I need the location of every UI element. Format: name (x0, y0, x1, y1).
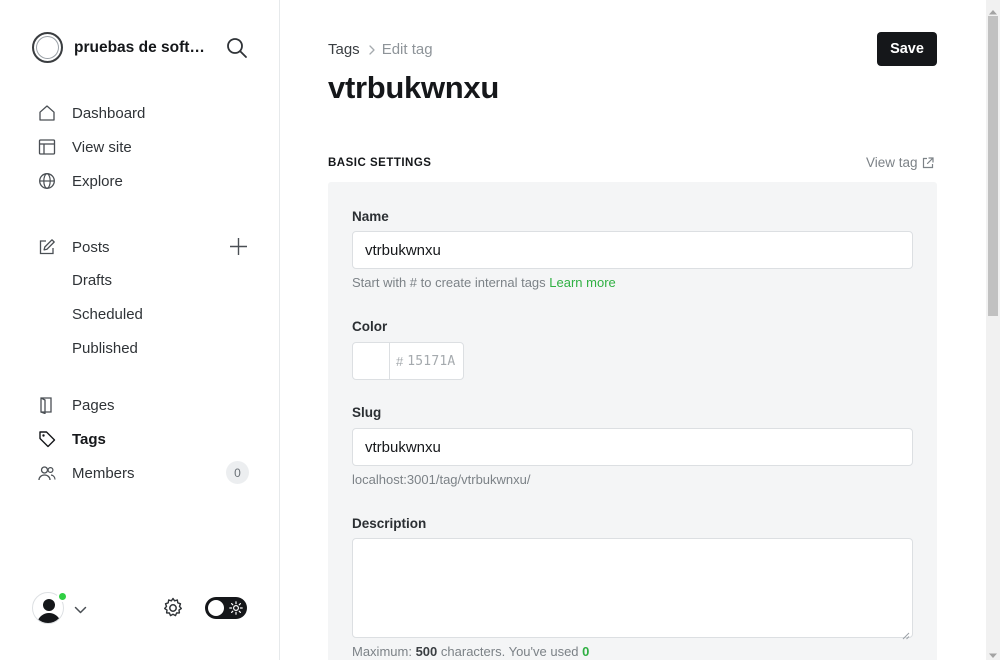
breadcrumb-tags-link[interactable]: Tags (328, 41, 360, 58)
page-icon (38, 396, 56, 414)
search-icon[interactable] (226, 37, 248, 59)
sidebar-item-posts[interactable]: Posts (38, 236, 110, 258)
view-tag-label: View tag (866, 155, 918, 170)
description-field[interactable] (352, 538, 913, 640)
sun-icon (229, 601, 243, 615)
color-value[interactable]: 15171A (407, 354, 455, 369)
chevron-down-icon[interactable] (74, 602, 87, 614)
layout-icon (38, 138, 56, 156)
scroll-down-arrow-icon[interactable] (988, 647, 998, 658)
sidebar-item-dashboard[interactable]: Dashboard (38, 102, 145, 124)
counter-used: 0 (582, 644, 590, 659)
online-status-dot (57, 591, 68, 602)
home-icon (38, 104, 56, 122)
sidebar-item-scheduled[interactable]: Scheduled (72, 306, 143, 323)
slug-url: localhost:3001/tag/vtrbukwnxu/ (352, 472, 531, 487)
slug-field[interactable]: vtrbukwnxu (352, 428, 913, 466)
breadcrumb-current: Edit tag (381, 41, 433, 58)
sidebar-item-view-site[interactable]: View site (38, 136, 132, 158)
counter-mid: characters. You've used (440, 644, 579, 659)
members-count-badge: 0 (226, 461, 249, 484)
page-title: vtrbukwnxu (328, 70, 499, 105)
sidebar-item-label: Dashboard (72, 104, 146, 122)
counter-max: 500 (415, 644, 438, 659)
description-label: Description (352, 516, 427, 531)
scroll-up-arrow-icon[interactable] (988, 3, 998, 15)
members-icon (38, 464, 56, 482)
globe-icon (38, 172, 56, 190)
name-hint-text: Start with # to create internal tags (352, 275, 546, 290)
sidebar-item-label: Pages (72, 396, 115, 414)
section-title: BASIC SETTINGS (328, 157, 432, 169)
counter-prefix: Maximum: (352, 644, 412, 659)
color-swatch[interactable] (353, 343, 390, 379)
sidebar-item-explore[interactable]: Explore (38, 170, 123, 192)
slug-label: Slug (352, 405, 382, 420)
color-field[interactable]: # 15171A (352, 342, 464, 380)
name-label: Name (352, 209, 389, 224)
chevron-right-icon (368, 44, 376, 56)
sidebar-item-published[interactable]: Published (72, 340, 138, 357)
external-link-icon (922, 156, 934, 168)
theme-toggle[interactable] (205, 597, 247, 619)
color-hash: # (396, 353, 404, 369)
save-button[interactable]: Save (877, 32, 937, 66)
sidebar: pruebas de soft… Dashboard View site Exp… (0, 0, 280, 660)
color-label: Color (352, 319, 388, 334)
sidebar-item-label: Tags (72, 430, 106, 448)
tag-icon (38, 430, 56, 448)
breadcrumb: Tags Edit tag (328, 41, 433, 58)
add-post-icon[interactable] (229, 237, 248, 256)
sidebar-item-tags[interactable]: Tags (38, 428, 106, 450)
resize-grip-icon[interactable] (902, 627, 910, 640)
site-name: pruebas de soft… (74, 38, 205, 56)
name-hint: Start with # to create internal tags Lea… (352, 275, 616, 290)
learn-more-link[interactable]: Learn more (549, 275, 615, 290)
sidebar-item-pages[interactable]: Pages (38, 394, 115, 416)
scrollbar-thumb[interactable] (988, 16, 998, 316)
view-tag-link[interactable]: View tag (866, 155, 934, 170)
site-brand[interactable]: pruebas de soft… (32, 32, 205, 63)
sidebar-item-label: Members (72, 464, 135, 482)
site-logo-icon (32, 32, 63, 63)
sidebar-item-label: Posts (72, 238, 110, 256)
name-field[interactable]: vtrbukwnxu (352, 231, 913, 269)
sidebar-item-label: View site (72, 138, 132, 156)
sidebar-item-members[interactable]: Members (38, 462, 135, 484)
sidebar-item-drafts[interactable]: Drafts (72, 272, 112, 289)
gear-icon[interactable] (162, 597, 184, 619)
toggle-knob (208, 600, 224, 616)
edit-icon (38, 238, 56, 256)
sidebar-item-label: Explore (72, 172, 123, 190)
description-counter: Maximum: 500 characters. You've used 0 (352, 644, 589, 659)
